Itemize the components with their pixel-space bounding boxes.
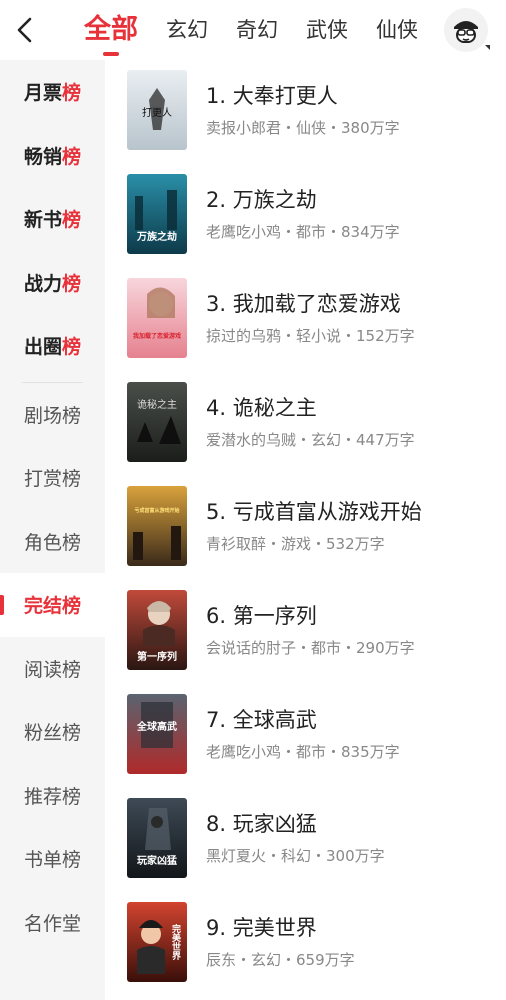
cover-title-text: 玩家凶猛: [137, 854, 177, 867]
book-meta: 爱潜水的乌贼・玄幻・447万字: [206, 431, 415, 449]
book-title[interactable]: 7. 全球高武: [206, 704, 317, 734]
tab-wuxia[interactable]: 武侠: [306, 0, 348, 60]
book-item[interactable]: 玩家凶猛 8. 玩家凶猛 黑灯夏火・科幻・300万字: [127, 798, 497, 880]
book-item[interactable]: 打更人 1. 大奉打更人 卖报小郎君・仙侠・380万字: [127, 70, 497, 152]
book-title[interactable]: 1. 大奉打更人: [206, 80, 338, 110]
cover-image: 全球高武: [127, 694, 187, 774]
sidebar-item-chuquan[interactable]: 出圈榜: [0, 314, 105, 378]
cover-title-text: 诡秘之主: [137, 398, 177, 411]
book-meta: 辰东・玄幻・659万字: [206, 951, 355, 969]
sidebar-label-suffix: 榜: [62, 209, 82, 232]
ranking-sidebar: 月票榜 畅销榜 新书榜 战力榜 出圈榜 剧场榜 打赏榜 角色榜 完结榜 阅读榜 …: [0, 60, 105, 1000]
sidebar-item-mingzuotang[interactable]: 名作堂: [0, 891, 105, 955]
tab-all[interactable]: 全部: [84, 0, 138, 60]
profile-avatar-button[interactable]: [444, 8, 490, 52]
book-title[interactable]: 5. 亏成首富从游戏开始: [206, 496, 422, 526]
sidebar-label: 战力: [24, 272, 63, 295]
book-title[interactable]: 2. 万族之劫: [206, 184, 317, 214]
sidebar-item-fensi[interactable]: 粉丝榜: [0, 700, 105, 764]
book-item[interactable]: 我加载了恋爱游戏 3. 我加载了恋爱游戏 掠过的乌鸦・轻小说・152万字: [127, 278, 497, 360]
tab-xianxia[interactable]: 仙侠: [376, 0, 418, 60]
book-item[interactable]: 全球高武 7. 全球高武 老鹰吃小鸡・都市・835万字: [127, 694, 497, 776]
top-bar: 全部 玄幻 奇幻 武侠 仙侠: [0, 0, 506, 60]
sidebar-item-yuedu[interactable]: 阅读榜: [0, 637, 105, 701]
sidebar-item-juchang[interactable]: 剧场榜: [0, 383, 105, 447]
book-item[interactable]: 万族之劫 2. 万族之劫 老鹰吃小鸡・都市・834万字: [127, 174, 497, 256]
sidebar-item-wanjie[interactable]: 完结榜: [0, 573, 105, 637]
cover-title-text: 打更人: [142, 106, 172, 119]
back-button[interactable]: [10, 12, 40, 48]
cover-image: 万族之劫: [127, 174, 187, 254]
book-cover[interactable]: 完美世界: [127, 902, 187, 982]
book-title[interactable]: 4. 诡秘之主: [206, 392, 317, 422]
cover-image: 第一序列: [127, 590, 187, 670]
sidebar-item-dashang[interactable]: 打赏榜: [0, 446, 105, 510]
sidebar-label-suffix: 榜: [62, 272, 82, 295]
book-item[interactable]: 第一序列 6. 第一序列 会说话的肘子・都市・290万字: [127, 590, 497, 672]
sidebar-item-zhanli[interactable]: 战力榜: [0, 251, 105, 315]
cover-image: 亏成首富从游戏开始: [127, 486, 187, 566]
sidebar-label-suffix: 榜: [62, 336, 82, 359]
book-meta: 老鹰吃小鸡・都市・835万字: [206, 743, 400, 761]
book-cover[interactable]: 第一序列: [127, 590, 187, 670]
caret-icon: [485, 45, 490, 50]
book-meta: 掠过的乌鸦・轻小说・152万字: [206, 327, 415, 345]
book-list: 打更人 1. 大奉打更人 卖报小郎君・仙侠・380万字 万族之劫 2. 万族之劫…: [105, 60, 506, 1000]
sidebar-item-yuepiao[interactable]: 月票榜: [0, 60, 105, 124]
sidebar-item-juese[interactable]: 角色榜: [0, 510, 105, 574]
sidebar-label-suffix: 榜: [62, 145, 82, 168]
cover-image: 诡秘之主: [127, 382, 187, 462]
book-cover[interactable]: 诡秘之主: [127, 382, 187, 462]
book-cover[interactable]: 玩家凶猛: [127, 798, 187, 878]
sidebar-label: 新书: [24, 209, 63, 232]
book-cover[interactable]: 我加载了恋爱游戏: [127, 278, 187, 358]
sidebar-item-shudan[interactable]: 书单榜: [0, 827, 105, 891]
book-meta: 老鹰吃小鸡・都市・834万字: [206, 223, 400, 241]
sidebar-label: 月票: [24, 82, 63, 105]
sidebar-item-tuijian[interactable]: 推荐榜: [0, 764, 105, 828]
book-cover[interactable]: 亏成首富从游戏开始: [127, 486, 187, 566]
cover-title-text: 全球高武: [136, 720, 177, 733]
cover-title-text: 亏成首富从游戏开始: [134, 507, 179, 514]
cover-title-text: 我加载了恋爱游戏: [133, 332, 181, 340]
book-title[interactable]: 9. 完美世界: [206, 912, 317, 942]
book-item[interactable]: 诡秘之主 4. 诡秘之主 爱潜水的乌贼・玄幻・447万字: [127, 382, 497, 464]
category-tabs: 全部 玄幻 奇幻 武侠 仙侠: [84, 0, 446, 60]
tab-xuanhuan[interactable]: 玄幻: [166, 0, 208, 60]
cover-image: 玩家凶猛: [127, 798, 187, 878]
book-cover[interactable]: 万族之劫: [127, 174, 187, 254]
tab-qihuan[interactable]: 奇幻: [236, 0, 278, 60]
sidebar-label: 畅销: [24, 145, 63, 168]
cover-title-text: 万族之劫: [136, 230, 177, 243]
book-title[interactable]: 8. 玩家凶猛: [206, 808, 317, 838]
book-title[interactable]: 6. 第一序列: [206, 600, 317, 630]
book-item[interactable]: 完美世界 9. 完美世界 辰东・玄幻・659万字: [127, 902, 497, 984]
cover-image: 打更人: [127, 70, 187, 150]
sidebar-item-changxiao[interactable]: 畅销榜: [0, 124, 105, 188]
book-title[interactable]: 3. 我加载了恋爱游戏: [206, 288, 401, 318]
sidebar-item-xinshu[interactable]: 新书榜: [0, 187, 105, 251]
book-meta: 青衫取醉・游戏・532万字: [206, 535, 385, 553]
book-cover[interactable]: 打更人: [127, 70, 187, 150]
cover-title-text: 第一序列: [137, 650, 177, 663]
cover-image: 完美世界: [127, 902, 187, 982]
avatar-face-icon: [454, 21, 478, 43]
chevron-left-icon: [17, 17, 32, 43]
book-meta: 黑灯夏火・科幻・300万字: [206, 847, 385, 865]
book-item[interactable]: 亏成首富从游戏开始 5. 亏成首富从游戏开始 青衫取醉・游戏・532万字: [127, 486, 497, 568]
book-meta: 会说话的肘子・都市・290万字: [206, 639, 415, 657]
sidebar-label: 出圈: [24, 336, 63, 359]
cover-image: 我加载了恋爱游戏: [127, 278, 187, 358]
book-meta: 卖报小郎君・仙侠・380万字: [206, 119, 400, 137]
sidebar-label-suffix: 榜: [62, 82, 82, 105]
book-cover[interactable]: 全球高武: [127, 694, 187, 774]
cover-title-text: 完美世界: [170, 923, 181, 961]
